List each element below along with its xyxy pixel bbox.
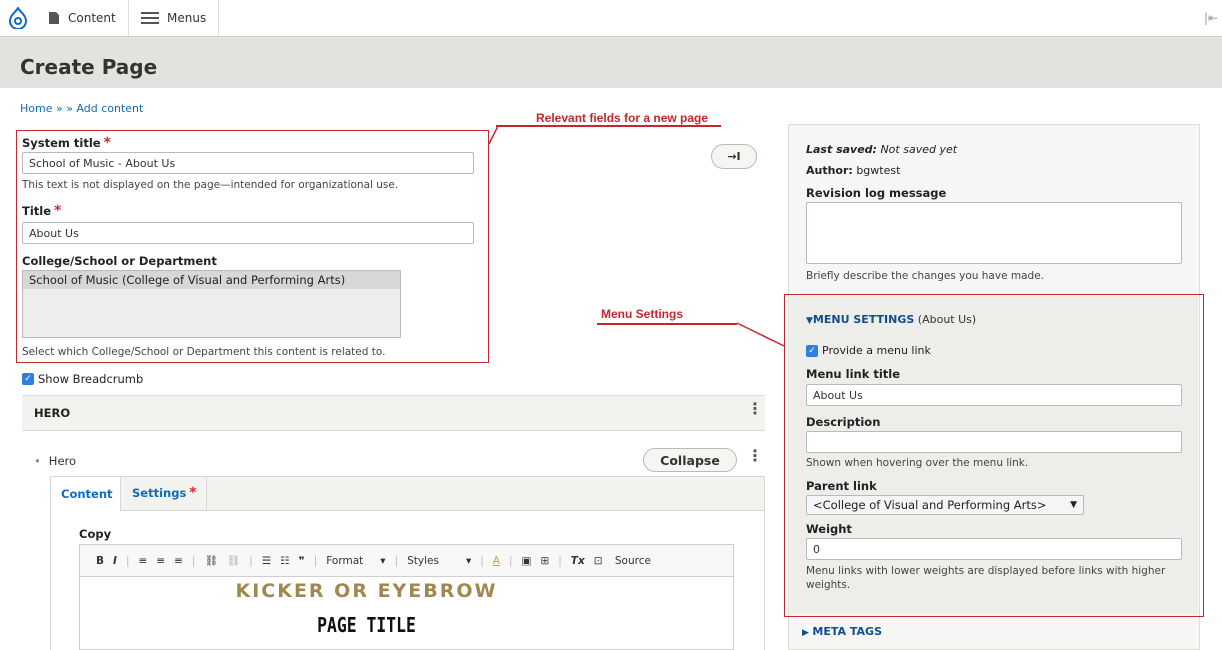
hero-item-kebab-icon[interactable]: ⋮ (747, 448, 763, 464)
format-dropdown[interactable]: Format (326, 555, 363, 567)
link-icon[interactable]: ⛓ (204, 554, 217, 567)
toolbar-collapse-icon[interactable]: |⇤ (1200, 0, 1222, 36)
sidebar-toggle-button[interactable]: →I (711, 144, 757, 169)
tab-content-label[interactable]: Content (61, 487, 113, 501)
description-label: Description (806, 415, 881, 429)
college-option-selected[interactable]: School of Music (College of Visual and P… (23, 271, 400, 289)
hero-section-kebab-icon[interactable]: ⋮ (747, 401, 763, 417)
system-title-input[interactable]: School of Music - About Us (22, 152, 474, 174)
annotation-relevant-fields-label: Relevant fields for a new page (536, 111, 709, 125)
styles-chevron-icon[interactable]: ▾ (466, 555, 471, 567)
collapse-button[interactable]: Collapse (643, 448, 737, 472)
toolbar-item-menus[interactable]: Menus (129, 0, 220, 36)
triangle-down-icon: ▼ (806, 316, 813, 326)
preview-page-title: PAGE TITLE (317, 613, 416, 637)
system-title-label: System title * (22, 135, 111, 151)
weight-label: Weight (806, 522, 852, 536)
annotation-menu-settings-label: Menu Settings (601, 307, 684, 321)
toolbar-content-label: Content (68, 11, 116, 25)
annotation-underline (496, 125, 721, 127)
menu-icon (141, 12, 159, 24)
remove-format-icon[interactable]: Tx (571, 555, 585, 567)
numbered-list-icon[interactable]: ☷ (280, 555, 289, 567)
table-icon[interactable]: ⊞ (540, 555, 549, 567)
hero-item-label: Hero (48, 454, 77, 468)
parent-link-select[interactable]: <College of Visual and Performing Arts> … (806, 495, 1084, 515)
college-help: Select which College/School or Departmen… (22, 346, 386, 358)
page-title: Create Page (20, 55, 158, 79)
annotation-connector-2 (736, 322, 785, 347)
breadcrumb[interactable]: Home » » Add content (20, 102, 143, 115)
align-center-icon[interactable]: ≡ (156, 555, 165, 567)
bold-icon[interactable]: B (96, 555, 104, 567)
description-help: Shown when hovering over the menu link. (806, 457, 1029, 469)
annotation-underline-2 (597, 323, 737, 325)
checkbox-checked-icon[interactable]: ✓ (22, 373, 34, 385)
toolbar-menus-label: Menus (167, 11, 207, 25)
content-icon (49, 12, 59, 24)
tab-settings-label[interactable]: Settings * (132, 485, 197, 501)
annotation-connector (488, 125, 499, 145)
preview-kicker: KICKER OR EYEBROW (235, 580, 498, 602)
page-header (0, 38, 1222, 88)
last-saved: Last saved: Not saved yet (806, 143, 958, 156)
revision-log-label: Revision log message (806, 186, 947, 200)
show-breadcrumb-checkbox[interactable]: ✓ Show Breadcrumb (22, 372, 143, 386)
bulleted-list-icon[interactable]: ☰ (262, 555, 271, 567)
college-label: College/School or Department (22, 254, 217, 268)
parent-link-value: <College of Visual and Performing Arts> (813, 498, 1047, 512)
title-input[interactable]: About Us (22, 222, 474, 244)
weight-input[interactable]: 0 (806, 538, 1182, 560)
media-icon[interactable]: ▣ (522, 555, 532, 567)
menu-settings-heading[interactable]: ▼MENU SETTINGS (About Us) (806, 313, 976, 326)
editor-toolbar: B I | ≡ ≡ ≡ | ⛓ ⛓ | ☰ ☷ ❞ | Format ▾ | S… (79, 544, 734, 577)
select-chevron-icon: ▼ (1070, 500, 1077, 510)
hero-section-bar (22, 395, 765, 431)
author: Author: bgwtest (806, 164, 901, 177)
checkbox-checked-icon[interactable]: ✓ (806, 344, 818, 357)
provide-menu-link-label: Provide a menu link (822, 344, 931, 357)
styles-dropdown[interactable]: Styles (407, 555, 439, 567)
triangle-right-icon: ▶ (802, 628, 809, 638)
bullet-icon: • (34, 454, 41, 468)
source-icon: ⊡ (593, 554, 603, 567)
revision-log-textarea[interactable] (806, 202, 1182, 264)
source-button[interactable]: ⊡ Source (594, 555, 660, 567)
provide-menu-link-checkbox[interactable]: ✓ Provide a menu link (806, 344, 931, 357)
parent-link-label: Parent link (806, 479, 877, 493)
toolbar-item-content[interactable]: Content (36, 0, 129, 36)
college-listbox[interactable]: School of Music (College of Visual and P… (22, 270, 401, 338)
blockquote-icon[interactable]: ❞ (299, 555, 305, 567)
hero-section-label: HERO (34, 406, 71, 420)
menu-link-title-label: Menu link title (806, 367, 901, 381)
hero-item: • Hero (34, 454, 76, 468)
weight-help: Menu links with lower weights are displa… (806, 565, 1166, 591)
revision-log-help: Briefly describe the changes you have ma… (806, 270, 1045, 282)
align-left-icon[interactable]: ≡ (138, 555, 147, 567)
align-right-icon[interactable]: ≡ (174, 555, 183, 567)
system-title-help: This text is not displayed on the page—i… (22, 179, 399, 191)
copy-label: Copy (79, 527, 112, 541)
italic-icon[interactable]: I (113, 555, 117, 567)
text-color-icon[interactable]: A (493, 555, 500, 567)
meta-tags-heading[interactable]: ▶ META TAGS (802, 625, 882, 638)
title-label: Title * (22, 203, 62, 219)
description-input[interactable] (806, 431, 1182, 453)
drupal-logo-icon[interactable] (0, 0, 35, 36)
menu-link-title-input[interactable]: About Us (806, 384, 1182, 406)
unlink-icon[interactable]: ⛓ (227, 554, 240, 567)
format-chevron-icon[interactable]: ▾ (380, 555, 385, 567)
show-breadcrumb-label: Show Breadcrumb (38, 372, 144, 386)
